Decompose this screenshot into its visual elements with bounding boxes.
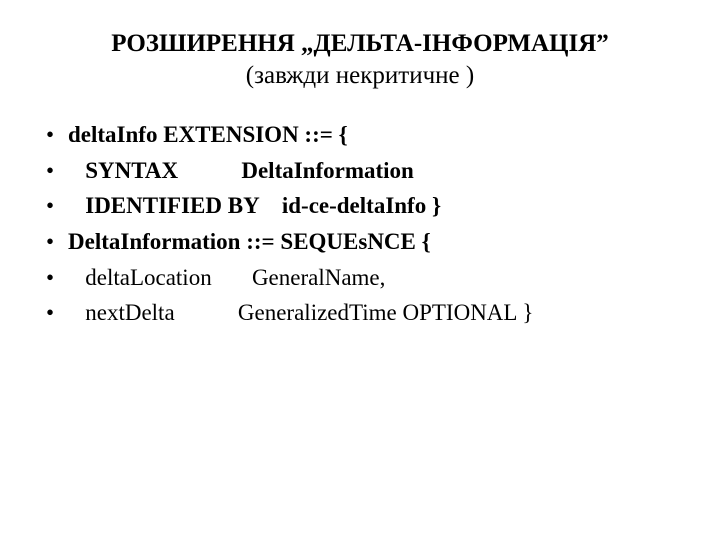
code-line: SYNTAX DeltaInformation — [68, 158, 414, 183]
list-item: deltaLocation GeneralName, — [44, 260, 680, 296]
code-line: IDENTIFIED BY id-ce-deltaInfo } — [68, 193, 441, 218]
list-item: nextDelta GeneralizedTime OPTIONAL } — [44, 295, 680, 331]
code-line: deltaLocation GeneralName, — [68, 265, 385, 290]
title-main: РОЗШИРЕННЯ „ДЕЛЬТА-ІНФОРМАЦІЯ” — [40, 28, 680, 59]
code-line: deltaInfo EXTENSION ::= { — [68, 122, 348, 147]
title-block: РОЗШИРЕННЯ „ДЕЛЬТА-ІНФОРМАЦІЯ” (завжди н… — [40, 28, 680, 93]
code-line: DeltaInformation ::= SEQUEsNCE { — [68, 229, 431, 254]
title-sub: (завжди некритичне ) — [40, 59, 680, 93]
code-line: nextDelta GeneralizedTime OPTIONAL } — [68, 300, 533, 325]
body-list: deltaInfo EXTENSION ::= { SYNTAX DeltaIn… — [40, 117, 680, 331]
list-item: SYNTAX DeltaInformation — [44, 153, 680, 189]
slide: РОЗШИРЕННЯ „ДЕЛЬТА-ІНФОРМАЦІЯ” (завжди н… — [0, 0, 720, 540]
list-item: DeltaInformation ::= SEQUEsNCE { — [44, 224, 680, 260]
list-item: deltaInfo EXTENSION ::= { — [44, 117, 680, 153]
list-item: IDENTIFIED BY id-ce-deltaInfo } — [44, 188, 680, 224]
